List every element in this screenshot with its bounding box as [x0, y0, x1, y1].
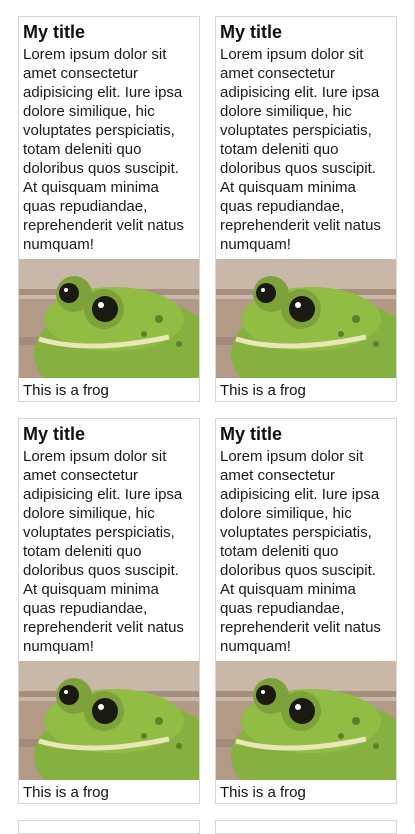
card-caption: This is a frog	[220, 382, 306, 399]
frog-image	[216, 259, 396, 378]
frog-image	[216, 661, 396, 780]
card: My title Lorem ipsum dolor sit amet cons…	[18, 418, 200, 804]
card-title: My title	[23, 22, 86, 42]
card-body: Lorem ipsum dolor sit amet consectetur a…	[23, 448, 184, 655]
card: My title Lorem ipsum dolor sit amet cons…	[215, 418, 397, 804]
frog-image	[19, 661, 199, 780]
card-grid: My title Lorem ipsum dolor sit amet cons…	[0, 0, 415, 834]
card-body: Lorem ipsum dolor sit amet consectetur a…	[220, 46, 381, 253]
card: My title Lorem ipsum dolor sit amet cons…	[215, 16, 397, 402]
card-caption: This is a frog	[23, 382, 109, 399]
card-caption: This is a frog	[220, 784, 306, 801]
card: My title Lorem ipsum dolor sit amet cons…	[18, 16, 200, 402]
card-title: My title	[220, 22, 283, 42]
card-body: Lorem ipsum dolor sit amet consectetur a…	[23, 46, 184, 253]
frog-image	[19, 259, 199, 378]
card-partial	[215, 820, 397, 834]
card-title: My title	[23, 424, 86, 444]
card-title: My title	[220, 424, 283, 444]
card-body: Lorem ipsum dolor sit amet consectetur a…	[220, 448, 381, 655]
card-caption: This is a frog	[23, 784, 109, 801]
card-partial	[18, 820, 200, 834]
